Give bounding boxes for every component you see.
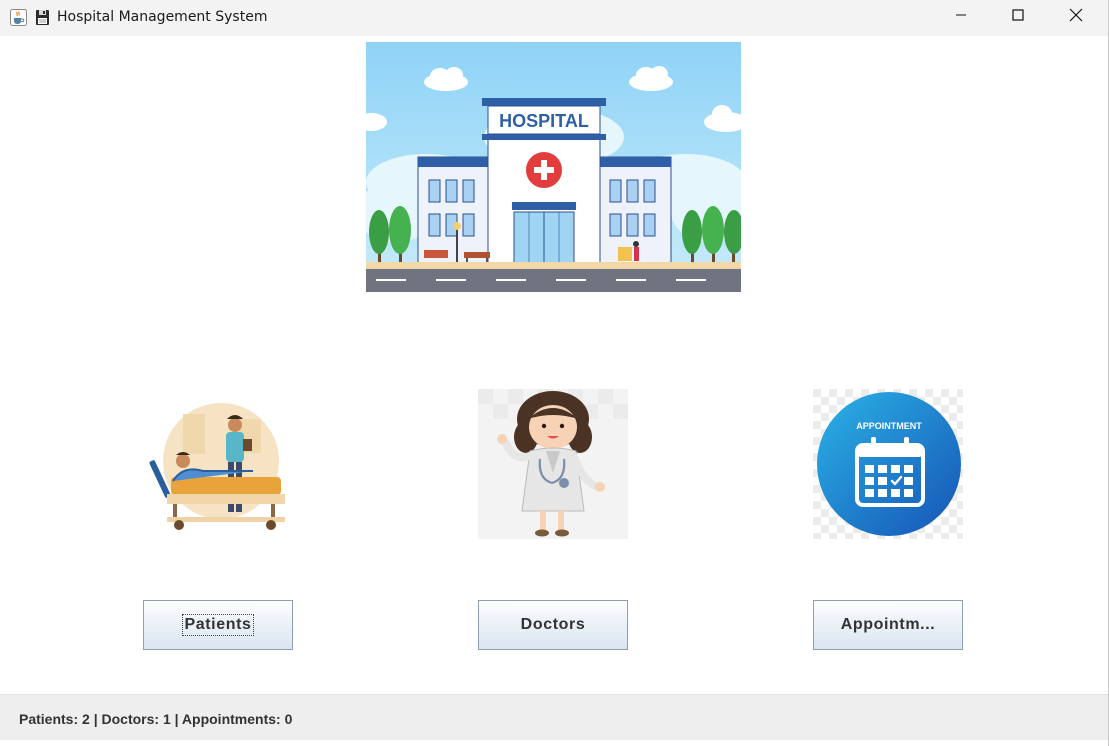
java-coffee-icon bbox=[10, 9, 27, 26]
hospital-sign-text: HOSPITAL bbox=[499, 111, 589, 131]
window-title: Hospital Management System bbox=[57, 9, 268, 25]
maximize-icon bbox=[1012, 8, 1024, 26]
close-button[interactable] bbox=[1047, 0, 1105, 34]
appointments-button[interactable]: Appointm... bbox=[813, 600, 963, 650]
maximize-button[interactable] bbox=[989, 0, 1047, 34]
doctor-image bbox=[478, 389, 628, 539]
appointments-button-label: Appointm... bbox=[840, 616, 936, 633]
appointment-image: APPOINTMENT bbox=[813, 389, 963, 539]
appointment-badge-text: APPOINTMENT bbox=[856, 421, 922, 431]
patients-button[interactable]: Patients bbox=[143, 600, 293, 650]
title-bar[interactable]: Hospital Management System bbox=[0, 0, 1108, 36]
patients-image bbox=[143, 389, 293, 539]
main-content: HOSPITAL APPOINTMENT Patients Doctors Ap… bbox=[0, 36, 1108, 694]
floppy-disk-icon bbox=[34, 9, 51, 26]
app-window: Hospital Management System HOSPITAL APPO… bbox=[0, 0, 1109, 746]
patients-button-label: Patients bbox=[182, 614, 254, 636]
status-bar: Patients: 2 | Doctors: 1 | Appointments:… bbox=[0, 694, 1108, 740]
status-summary: Patients: 2 | Doctors: 1 | Appointments:… bbox=[19, 711, 293, 727]
doctors-button-label: Doctors bbox=[520, 616, 586, 633]
doctors-button[interactable]: Doctors bbox=[478, 600, 628, 650]
hospital-banner-image: HOSPITAL bbox=[366, 42, 741, 292]
window-bottom-edge bbox=[0, 740, 1108, 746]
minimize-icon bbox=[955, 8, 967, 26]
close-icon bbox=[1069, 8, 1083, 27]
minimize-button[interactable] bbox=[932, 0, 990, 34]
